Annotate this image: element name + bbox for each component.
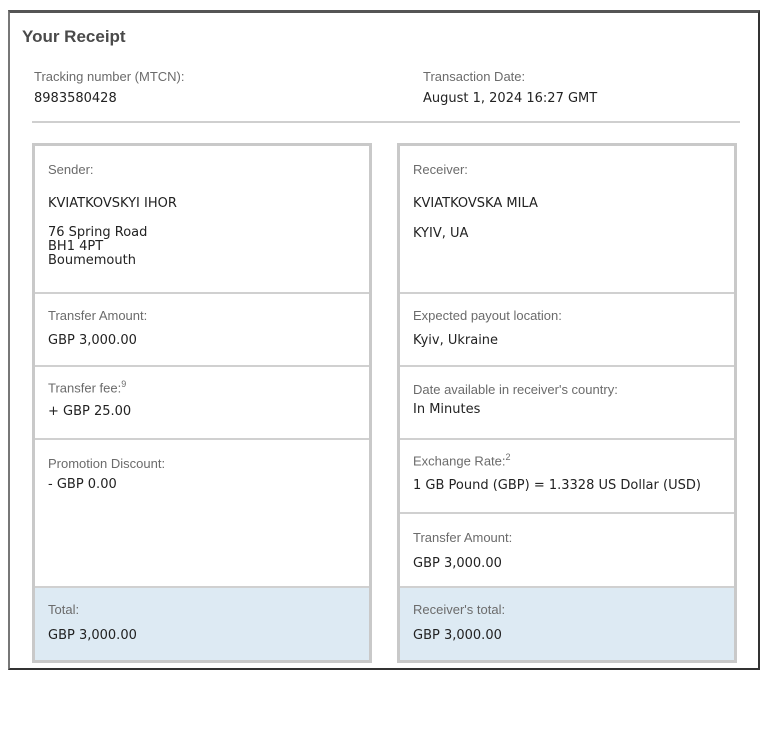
date-available-value: In Minutes xyxy=(413,402,481,417)
receiver-column: Receiver: KVIATKOVSKA MILA KYIV, UA Expe… xyxy=(397,143,737,663)
receiver-transfer-amount-value: GBP 3,000.00 xyxy=(413,556,502,571)
sender-address-line3: Boumemouth xyxy=(48,253,136,268)
receiver-name: KVIATKOVSKA MILA xyxy=(413,196,538,211)
sender-total-cell: Total: GBP 3,000.00 xyxy=(35,588,369,660)
transfer-fee-label: Transfer fee:9 xyxy=(48,379,127,396)
transfer-fee-footnote: 9 xyxy=(121,379,127,389)
receiver-transfer-amount-label: Transfer Amount: xyxy=(413,530,513,545)
payout-location-cell: Expected payout location: Kyiv, Ukraine xyxy=(400,294,734,367)
divider xyxy=(32,121,740,123)
receipt-panel: Your Receipt Tracking number (MTCN): 898… xyxy=(8,10,760,670)
payout-location-value: Kyiv, Ukraine xyxy=(413,333,499,348)
sender-total-label: Total: xyxy=(48,602,80,617)
sender-total-value: GBP 3,000.00 xyxy=(48,628,137,643)
receiver-total-value: GBP 3,000.00 xyxy=(413,628,502,643)
sender-transfer-amount-label: Transfer Amount: xyxy=(48,308,148,323)
tracking-number-value: 8983580428 xyxy=(34,91,117,106)
date-available-cell: Date available in receiver's country: In… xyxy=(400,367,734,440)
tracking-number-label: Tracking number (MTCN): xyxy=(34,69,185,84)
receiver-label: Receiver: xyxy=(413,162,468,177)
sender-address-line1: 76 Spring Road xyxy=(48,225,148,240)
sender-label: Sender: xyxy=(48,162,94,177)
receiver-total-cell: Receiver's total: GBP 3,000.00 xyxy=(400,588,734,660)
sender-address-line2: BH1 4PT xyxy=(48,239,104,254)
sender-transfer-amount-value: GBP 3,000.00 xyxy=(48,333,137,348)
sender-address: 76 Spring Road BH1 4PT Boumemouth xyxy=(48,226,147,268)
sender-name: KVIATKOVSKYI IHOR xyxy=(48,196,177,211)
transaction-date-label: Transaction Date: xyxy=(423,69,526,84)
payout-location-label: Expected payout location: xyxy=(413,308,562,323)
date-available-label: Date available in receiver's country: xyxy=(413,382,618,397)
receiver-cell: Receiver: KVIATKOVSKA MILA KYIV, UA xyxy=(400,146,734,294)
promotion-discount-cell: Promotion Discount: - GBP 0.00 xyxy=(35,440,369,588)
transaction-date-value: August 1, 2024 16:27 GMT xyxy=(423,91,598,106)
exchange-rate-footnote: 2 xyxy=(505,452,511,462)
receiver-total-label: Receiver's total: xyxy=(413,602,506,617)
promotion-discount-label: Promotion Discount: xyxy=(48,456,166,471)
exchange-rate-value: 1 GB Pound (GBP) = 1.3328 US Dollar (USD… xyxy=(413,478,701,493)
receipt-title: Your Receipt xyxy=(22,27,126,46)
sender-transfer-amount-cell: Transfer Amount: GBP 3,000.00 xyxy=(35,294,369,367)
exchange-rate-label: Exchange Rate:2 xyxy=(413,452,511,469)
exchange-rate-cell: Exchange Rate:2 1 GB Pound (GBP) = 1.332… xyxy=(400,440,734,514)
receiver-transfer-amount-cell: Transfer Amount: GBP 3,000.00 xyxy=(400,514,734,588)
sender-cell: Sender: KVIATKOVSKYI IHOR 76 Spring Road… xyxy=(35,146,369,294)
promotion-discount-value: - GBP 0.00 xyxy=(48,477,117,492)
receiver-location: KYIV, UA xyxy=(413,226,469,241)
transfer-fee-cell: Transfer fee:9 + GBP 25.00 xyxy=(35,367,369,440)
transfer-fee-value: + GBP 25.00 xyxy=(48,404,132,419)
sender-column: Sender: KVIATKOVSKYI IHOR 76 Spring Road… xyxy=(32,143,372,663)
